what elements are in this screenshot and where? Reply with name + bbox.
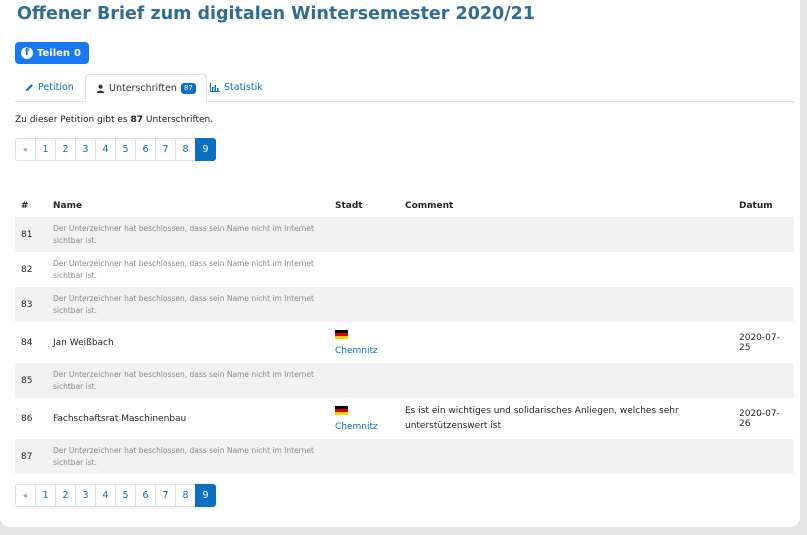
page-link-6[interactable]: 6	[135, 484, 156, 507]
table-row: 83 Der Unterzeichner hat beschlossen, da…	[15, 287, 794, 322]
page-link-3[interactable]: 3	[75, 484, 96, 507]
row-num: 82	[21, 264, 33, 275]
page-link-5[interactable]: 5	[115, 138, 136, 161]
facebook-share-button[interactable]: f Teilen 0	[15, 42, 90, 64]
row-num: 85	[21, 375, 33, 386]
page-link-9[interactable]: 9	[195, 484, 216, 507]
col-header-num: #	[21, 201, 29, 211]
share-label: Teilen	[37, 47, 71, 59]
share-count: 0	[74, 47, 82, 59]
page-link-7[interactable]: 7	[155, 138, 176, 161]
page-link-4[interactable]: 4	[95, 484, 116, 507]
page-link-6[interactable]: 6	[135, 138, 156, 161]
row-comment: Es ist ein wichtiges und solidarisches A…	[405, 405, 679, 431]
page-title: Offener Brief zum digitalen Wintersemest…	[17, 4, 535, 24]
table-row: 86 Fachschaftsrat Maschinenbau Chemnitz …	[15, 398, 794, 439]
page-link-1[interactable]: 1	[35, 138, 56, 161]
row-date	[733, 217, 794, 252]
pagination-bottom: « 1 2 3 4 5 6 7 8 9	[15, 484, 216, 507]
table-header-row: # Name Stadt Comment Datum	[15, 195, 794, 217]
page-link-3[interactable]: 3	[75, 138, 96, 161]
row-city: Chemnitz	[329, 398, 399, 439]
hidden-name-notice: Der Unterzeichner hat beschlossen, dass …	[53, 293, 314, 315]
info-count: 87	[130, 115, 143, 125]
city-link[interactable]: Chemnitz	[335, 346, 378, 356]
facebook-icon: f	[21, 47, 33, 59]
row-num: 86	[21, 413, 33, 424]
tab-statistik[interactable]: Statistik	[200, 74, 273, 101]
row-name: Jan Weißbach	[53, 337, 114, 348]
row-date	[733, 363, 794, 398]
signature-count-badge: 87	[180, 82, 196, 94]
petition-card: Offener Brief zum digitalen Wintersemest…	[0, 0, 800, 527]
germany-flag-icon	[335, 405, 348, 415]
col-header-name: Name	[53, 201, 83, 211]
signature-info: Zu dieser Petition gibt es 87 Unterschri…	[15, 115, 213, 125]
tab-unterschriften-label: Unterschriften	[109, 82, 177, 94]
row-num: 83	[21, 299, 33, 310]
pencil-icon	[25, 84, 33, 92]
info-suffix: Unterschriften.	[145, 115, 214, 125]
row-name: Fachschaftsrat Maschinenbau	[53, 413, 187, 424]
hidden-name-notice: Der Unterzeichner hat beschlossen, dass …	[53, 258, 314, 280]
col-header-comment: Comment	[405, 201, 454, 211]
bar-chart-icon	[210, 83, 220, 92]
page-link-4[interactable]: 4	[95, 138, 116, 161]
page-prev-button[interactable]: «	[15, 484, 36, 507]
table-row: 84 Jan Weißbach Chemnitz 2020-07-25	[15, 322, 794, 363]
page-link-2[interactable]: 2	[55, 484, 76, 507]
page-link-8[interactable]: 8	[175, 138, 196, 161]
user-icon	[96, 84, 105, 93]
row-num: 84	[21, 337, 33, 348]
tab-unterschriften[interactable]: Unterschriften 87	[85, 74, 207, 102]
page-link-7[interactable]: 7	[155, 484, 176, 507]
table-row: 87 Der Unterzeichner hat beschlossen, da…	[15, 439, 794, 474]
table-row: 81 Der Unterzeichner hat beschlossen, da…	[15, 217, 794, 252]
hidden-name-notice: Der Unterzeichner hat beschlossen, dass …	[53, 445, 314, 467]
row-city	[329, 439, 399, 474]
tab-bar: Petition Unterschriften 87 Statistik	[15, 74, 794, 102]
info-prefix: Zu dieser Petition gibt es	[15, 115, 128, 125]
hidden-name-notice: Der Unterzeichner hat beschlossen, dass …	[53, 369, 314, 391]
row-comment	[399, 322, 733, 363]
table-row: 85 Der Unterzeichner hat beschlossen, da…	[15, 363, 794, 398]
tab-petition[interactable]: Petition	[15, 74, 84, 101]
page-link-1[interactable]: 1	[35, 484, 56, 507]
row-date	[733, 287, 794, 322]
col-header-city: Stadt	[335, 201, 363, 211]
row-num: 81	[21, 229, 33, 240]
row-comment	[399, 217, 733, 252]
hidden-name-notice: Der Unterzeichner hat beschlossen, dass …	[53, 223, 314, 245]
row-comment	[399, 287, 733, 322]
row-city	[329, 217, 399, 252]
row-city: Chemnitz	[329, 322, 399, 363]
row-date: 2020-07-26	[739, 408, 780, 429]
row-comment	[399, 363, 733, 398]
row-date: 2020-07-25	[739, 332, 780, 353]
pagination-top: « 1 2 3 4 5 6 7 8 9	[15, 138, 216, 161]
page-link-8[interactable]: 8	[175, 484, 196, 507]
col-header-date: Datum	[739, 201, 773, 211]
row-comment	[399, 439, 733, 474]
row-city	[329, 287, 399, 322]
tab-statistik-label: Statistik	[224, 82, 263, 93]
signatures-table: # Name Stadt Comment Datum 81 Der Unterz…	[15, 195, 794, 474]
table-row: 82 Der Unterzeichner hat beschlossen, da…	[15, 252, 794, 287]
page-link-2[interactable]: 2	[55, 138, 76, 161]
row-comment	[399, 252, 733, 287]
row-city	[329, 363, 399, 398]
page-link-5[interactable]: 5	[115, 484, 136, 507]
city-link[interactable]: Chemnitz	[335, 422, 378, 432]
row-date	[733, 439, 794, 474]
page-link-9[interactable]: 9	[195, 138, 216, 161]
row-city	[329, 252, 399, 287]
germany-flag-icon	[335, 329, 348, 339]
tab-petition-label: Petition	[38, 82, 74, 93]
row-num: 87	[21, 451, 33, 462]
page-prev-button[interactable]: «	[15, 138, 36, 161]
row-date	[733, 252, 794, 287]
